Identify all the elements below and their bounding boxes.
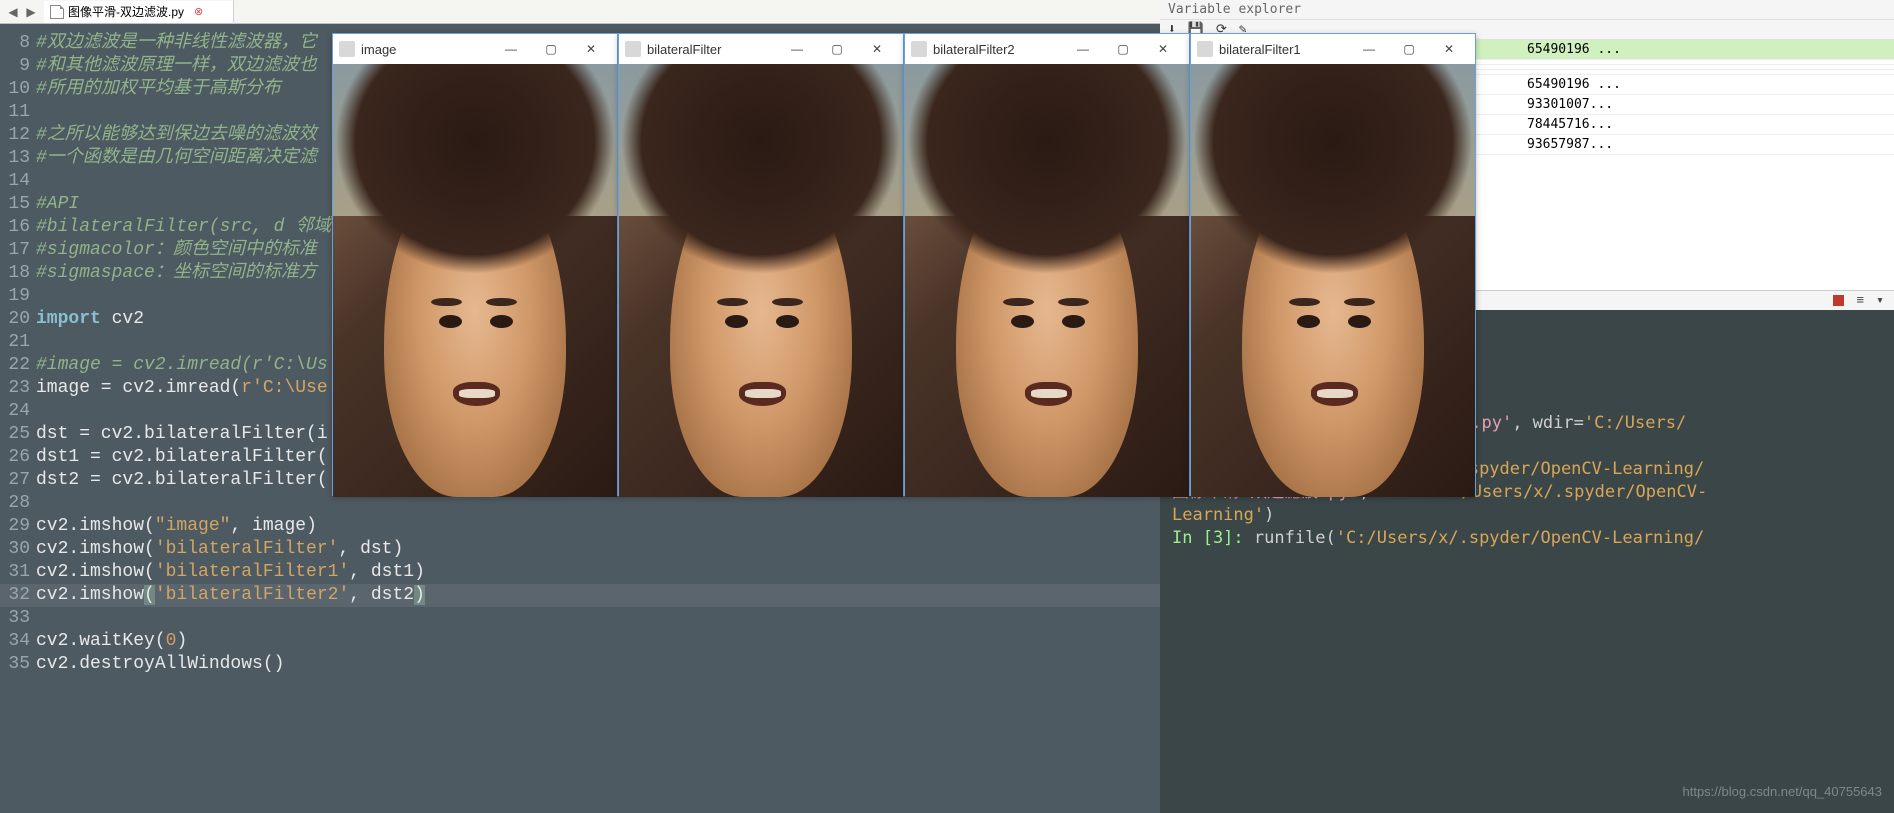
image-window-image[interactable]: image —▢✕: [332, 33, 618, 496]
maximize-icon[interactable]: ▢: [1389, 35, 1429, 63]
close-icon[interactable]: ✕: [1429, 35, 1469, 63]
console-menu-icon[interactable]: ▾: [1876, 293, 1884, 308]
var-value: 93301007...: [1527, 97, 1886, 112]
code-content: cv2.imshow('bilateralFilter2', dst2): [36, 584, 1160, 607]
image-window-bilateralFilter[interactable]: bilateralFilter —▢✕: [618, 33, 904, 496]
maximize-icon[interactable]: ▢: [531, 35, 571, 63]
line-number: 28: [0, 492, 36, 515]
var-value: 65490196 ...: [1527, 42, 1886, 57]
window-title: bilateralFilter: [647, 42, 721, 57]
app-icon: [911, 41, 927, 57]
maximize-icon[interactable]: ▢: [1103, 35, 1143, 63]
window-titlebar[interactable]: bilateralFilter2 —▢✕: [905, 34, 1189, 64]
app-icon: [339, 41, 355, 57]
line-number: 23: [0, 377, 36, 400]
code-content: cv2.imshow('bilateralFilter1', dst1): [36, 561, 1160, 584]
line-number: 14: [0, 170, 36, 193]
console-clear-icon[interactable]: ≡: [1856, 293, 1864, 308]
code-line[interactable]: 29cv2.imshow("image", image): [0, 515, 1160, 538]
code-line[interactable]: 34cv2.waitKey(0): [0, 630, 1160, 653]
file-tab-2[interactable]: 图像平滑-双边滤波.py ⊗: [44, 1, 234, 23]
code-line[interactable]: 32cv2.imshow('bilateralFilter2', dst2): [0, 584, 1160, 607]
line-number: 31: [0, 561, 36, 584]
tab-nav-arrows: ◀ ▶: [0, 5, 44, 19]
line-number: 20: [0, 308, 36, 331]
watermark-text: https://blog.csdn.net/qq_40755643: [1683, 784, 1883, 799]
code-line[interactable]: 30cv2.imshow('bilateralFilter', dst): [0, 538, 1160, 561]
window-titlebar[interactable]: bilateralFilter —▢✕: [619, 34, 903, 64]
line-number: 24: [0, 400, 36, 423]
image-content: [905, 64, 1189, 497]
app-icon: [1197, 41, 1213, 57]
line-number: 21: [0, 331, 36, 354]
image-window-bilateralFilter2[interactable]: bilateralFilter2 —▢✕: [904, 33, 1190, 496]
line-number: 13: [0, 147, 36, 170]
app-icon: [625, 41, 641, 57]
file-icon: [50, 5, 64, 19]
var-value: 78445716...: [1527, 117, 1886, 132]
line-number: 17: [0, 239, 36, 262]
close-icon[interactable]: ✕: [857, 35, 897, 63]
line-number: 34: [0, 630, 36, 653]
line-number: 18: [0, 262, 36, 285]
console-line: Learning'): [1172, 504, 1882, 527]
code-content: cv2.imshow('bilateralFilter', dst): [36, 538, 1160, 561]
line-number: 27: [0, 469, 36, 492]
console-line: In [3]: runfile('C:/Users/x/.spyder/Open…: [1172, 527, 1882, 550]
window-title: image: [361, 42, 396, 57]
maximize-icon[interactable]: ▢: [817, 35, 857, 63]
close-icon[interactable]: ✕: [1143, 35, 1183, 63]
line-number: 22: [0, 354, 36, 377]
close-icon[interactable]: ⊗: [194, 5, 203, 18]
line-number: 8: [0, 32, 36, 55]
line-number: 35: [0, 653, 36, 676]
window-titlebar[interactable]: bilateralFilter1 —▢✕: [1191, 34, 1475, 64]
window-titlebar[interactable]: image —▢✕: [333, 34, 617, 64]
image-content: [619, 64, 903, 497]
tab-next-icon[interactable]: ▶: [22, 5, 40, 19]
code-content: cv2.destroyAllWindows(): [36, 653, 1160, 676]
minimize-icon[interactable]: —: [777, 35, 817, 63]
line-number: 10: [0, 78, 36, 101]
code-content: [36, 607, 1160, 630]
minimize-icon[interactable]: —: [1063, 35, 1103, 63]
line-number: 33: [0, 607, 36, 630]
minimize-icon[interactable]: —: [491, 35, 531, 63]
stop-icon[interactable]: [1833, 295, 1844, 306]
close-icon[interactable]: ✕: [571, 35, 611, 63]
code-content: cv2.waitKey(0): [36, 630, 1160, 653]
line-number: 11: [0, 101, 36, 124]
code-content: cv2.imshow("image", image): [36, 515, 1160, 538]
code-line[interactable]: 35cv2.destroyAllWindows(): [0, 653, 1160, 676]
minimize-icon[interactable]: —: [1349, 35, 1389, 63]
tab-label: 图像平滑-双边滤波.py: [68, 3, 184, 20]
variable-explorer-title: Variable explorer: [1160, 0, 1894, 20]
var-value: 65490196 ...: [1527, 77, 1886, 92]
line-number: 9: [0, 55, 36, 78]
line-number: 32: [0, 584, 36, 607]
line-number: 25: [0, 423, 36, 446]
line-number: 30: [0, 538, 36, 561]
image-content: [333, 64, 617, 497]
line-number: 26: [0, 446, 36, 469]
line-number: 29: [0, 515, 36, 538]
var-value: 93657987...: [1527, 137, 1886, 152]
line-number: 12: [0, 124, 36, 147]
window-title: bilateralFilter1: [1219, 42, 1301, 57]
image-content: [1191, 64, 1475, 497]
code-line[interactable]: 33: [0, 607, 1160, 630]
window-title: bilateralFilter2: [933, 42, 1015, 57]
tab-prev-icon[interactable]: ◀: [4, 5, 22, 19]
code-line[interactable]: 31cv2.imshow('bilateralFilter1', dst1): [0, 561, 1160, 584]
line-number: 19: [0, 285, 36, 308]
line-number: 16: [0, 216, 36, 239]
image-window-bilateralFilter1[interactable]: bilateralFilter1 —▢✕: [1190, 33, 1476, 496]
line-number: 15: [0, 193, 36, 216]
